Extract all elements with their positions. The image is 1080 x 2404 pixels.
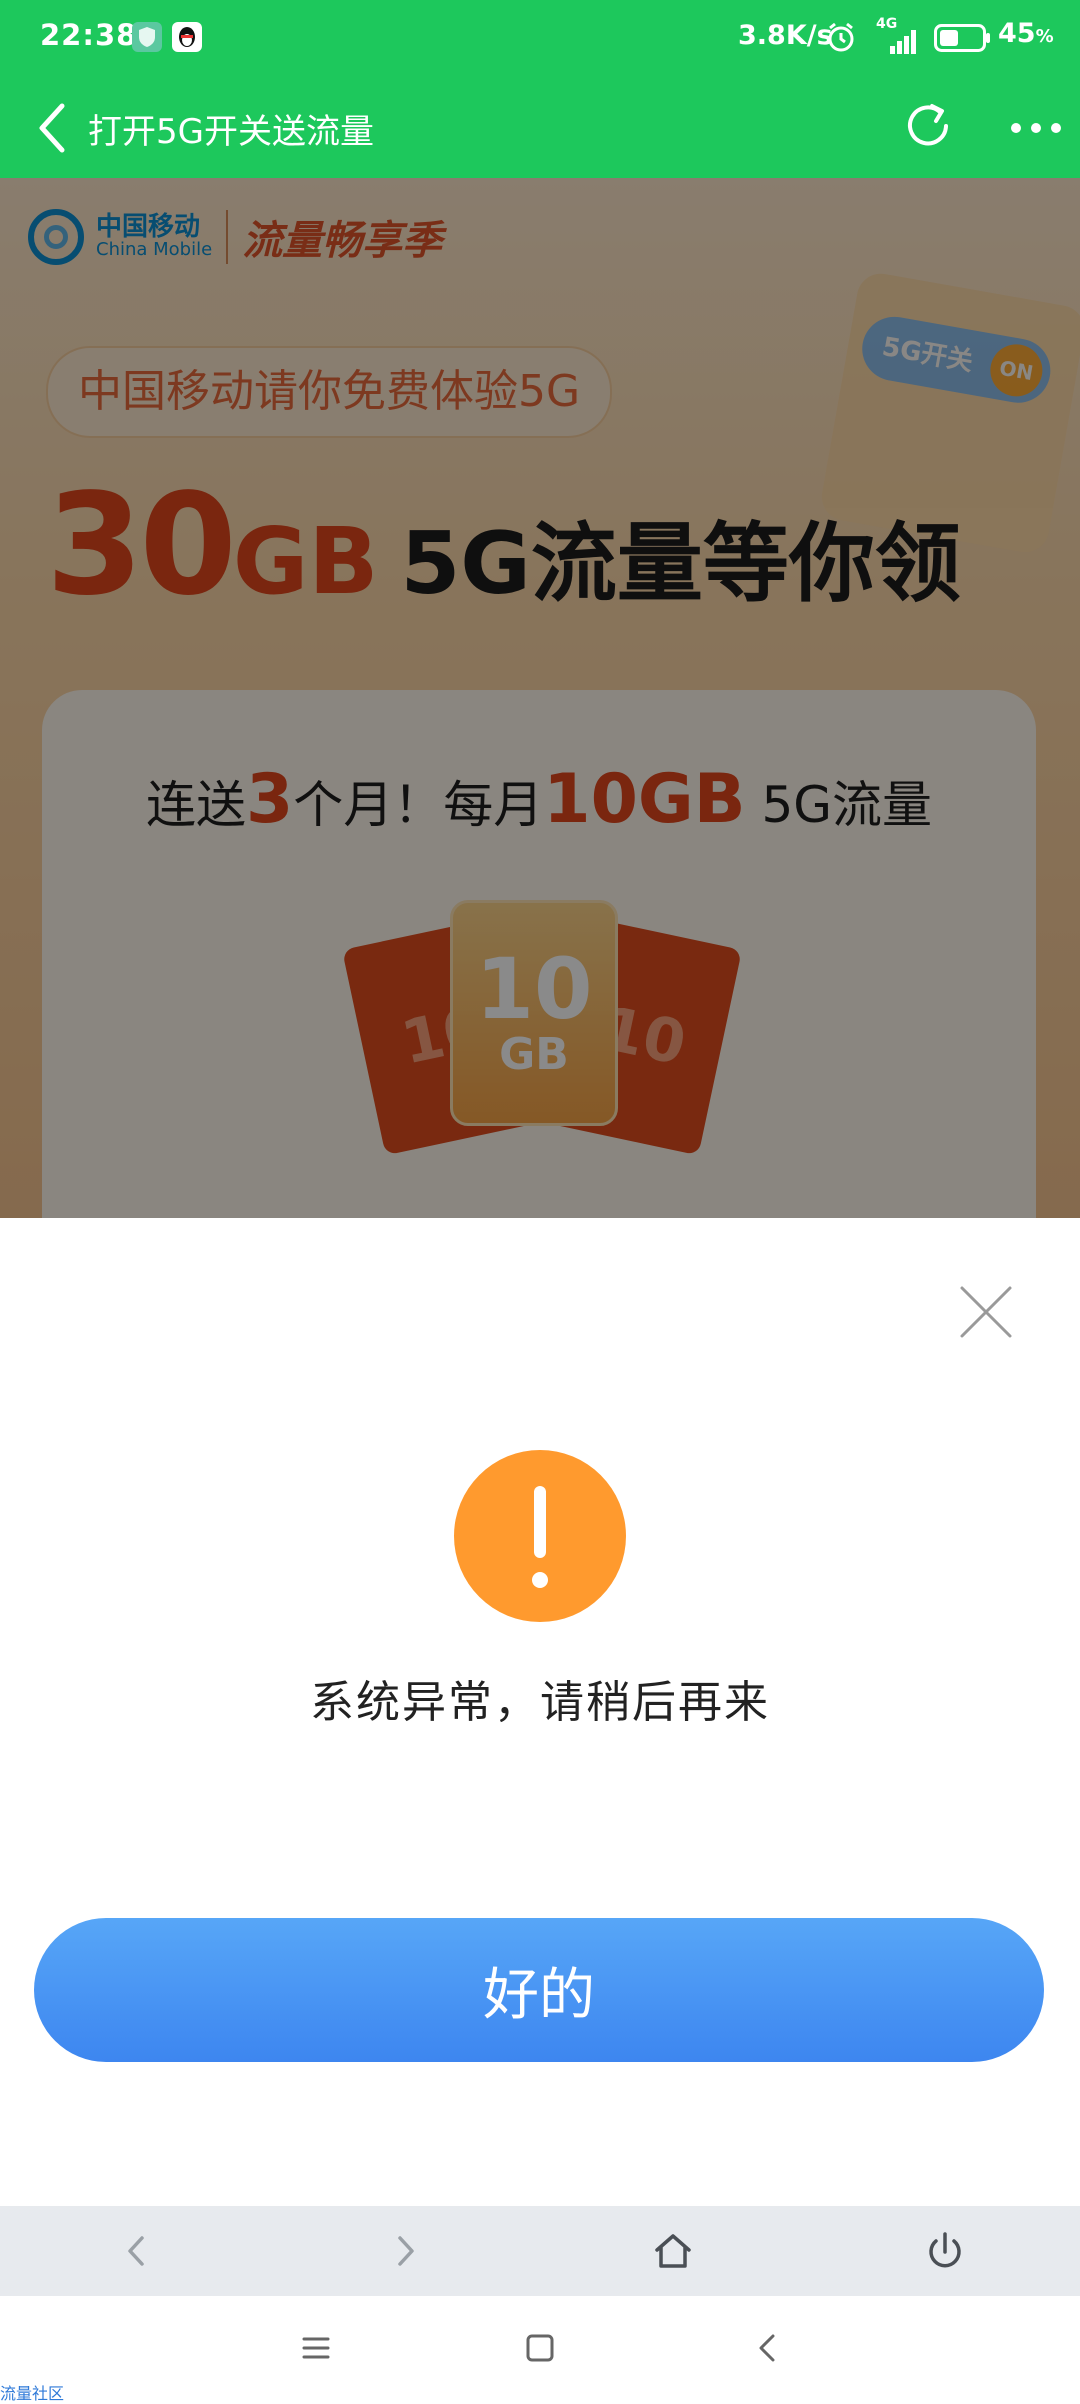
status-bar: 22:38 3.8K/s 4G 45% bbox=[0, 0, 1080, 78]
back-arrow-icon[interactable] bbox=[32, 100, 72, 156]
status-time: 22:38 bbox=[40, 18, 138, 52]
home-square-icon[interactable] bbox=[520, 2328, 560, 2368]
error-dialog: 系统异常，请稍后再来 好的 bbox=[0, 1218, 1080, 2206]
more-dots-icon[interactable] bbox=[1008, 102, 1064, 154]
nav-back-icon[interactable] bbox=[748, 2328, 788, 2368]
close-icon[interactable] bbox=[958, 1284, 1014, 1340]
browser-back-icon[interactable] bbox=[112, 2226, 162, 2276]
system-nav-bar bbox=[0, 2296, 1080, 2400]
refresh-icon[interactable] bbox=[898, 96, 958, 156]
modal-overlay[interactable] bbox=[0, 178, 1080, 1218]
error-message: 系统异常，请稍后再来 bbox=[310, 1677, 770, 1728]
signal-icon bbox=[876, 30, 920, 58]
home-icon[interactable] bbox=[648, 2226, 698, 2276]
ok-button[interactable]: 好的 bbox=[34, 1918, 1044, 2062]
page-title: 打开5G开关送流量 bbox=[88, 112, 374, 152]
power-icon[interactable] bbox=[920, 2226, 970, 2276]
browser-toolbar bbox=[0, 2206, 1080, 2296]
warning-icon bbox=[454, 1450, 626, 1622]
net-speed: 3.8K/s bbox=[738, 20, 833, 51]
battery-percent: 45% bbox=[998, 18, 1054, 49]
recents-icon[interactable] bbox=[296, 2328, 336, 2368]
watermark-text: 流量社区 bbox=[0, 2384, 65, 2403]
alarm-icon bbox=[826, 22, 856, 58]
title-bar: 打开5G开关送流量 bbox=[0, 78, 1080, 178]
shield-icon bbox=[132, 22, 162, 52]
qq-penguin-icon bbox=[172, 22, 202, 52]
browser-forward-icon[interactable] bbox=[380, 2226, 430, 2276]
battery-icon bbox=[934, 24, 992, 56]
